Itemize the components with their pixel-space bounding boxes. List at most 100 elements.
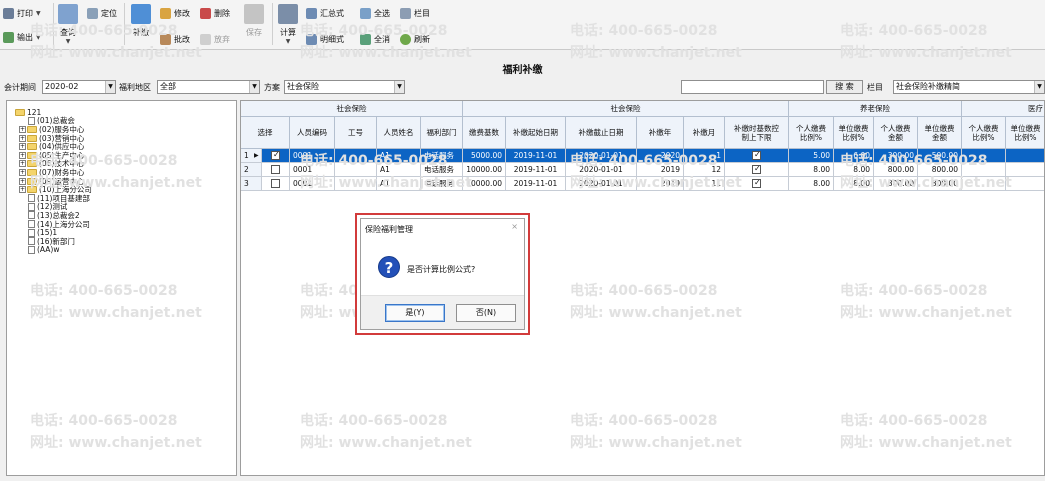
summary-style-button[interactable]: 汇总式	[306, 5, 344, 21]
cell-cr[interactable]: 8.00	[834, 163, 874, 177]
select-all-button[interactable]: 全选	[360, 5, 390, 21]
columns-button[interactable]: 栏目	[400, 5, 430, 21]
region-select[interactable]: 全部 ▼	[157, 80, 260, 94]
cell-end[interactable]: 2020-01-01	[566, 163, 637, 177]
cell-pa[interactable]: 300.00	[874, 149, 918, 163]
col-header-pension-company-amount[interactable]: 单位缴费金额	[918, 117, 962, 149]
table-row[interactable]: 1 0001 A1电话服务5000.002019-11-012020-01-0120…	[241, 149, 1044, 163]
col-header-pension-personal-amount[interactable]: 个人缴费金额	[874, 117, 918, 149]
period-select[interactable]: 2020-02 ▼	[42, 80, 116, 94]
close-icon[interactable]: ×	[511, 222, 518, 231]
detail-style-button[interactable]: 明细式	[306, 31, 344, 47]
cell-dept[interactable]: 电话服务	[421, 177, 463, 191]
cell-month[interactable]: 11	[684, 177, 725, 191]
refresh-button[interactable]: 刷新	[400, 31, 430, 47]
column-scheme-select[interactable]: 社会保险补缴精简 ▼	[893, 80, 1045, 94]
tree-item[interactable]: (16)新部门	[7, 237, 236, 246]
col-header-end-date[interactable]: 补缴截止日期	[566, 117, 637, 149]
cell-base[interactable]: 5000.00	[463, 149, 506, 163]
cell-ca[interactable]: 800.00	[918, 177, 962, 191]
cell-ca[interactable]: 500.00	[918, 149, 962, 163]
cell-pr[interactable]: 5.00	[789, 149, 834, 163]
col-header-pension-personal-rate[interactable]: 个人缴费比例%	[789, 117, 834, 149]
table-row[interactable]: 3 0001 A1 电话服务 10000.00 2019-11-01 2020-01-01 2…	[241, 177, 1044, 191]
edit-button[interactable]: 修改	[160, 5, 190, 21]
limit-checkbox[interactable]	[752, 164, 761, 174]
cell-cr[interactable]: 6.00	[834, 149, 874, 163]
expand-icon[interactable]: +	[19, 177, 26, 185]
col-header-job-no[interactable]: 工号	[335, 117, 377, 149]
delete-button[interactable]: 删除	[200, 5, 230, 21]
cell-emp-code[interactable]: 0001	[290, 163, 335, 177]
col-header-emp-name[interactable]: 人员姓名	[377, 117, 421, 149]
expand-icon[interactable]: +	[19, 168, 26, 176]
cell-base[interactable]: 10000.00	[463, 163, 506, 177]
col-header-pension-company-rate[interactable]: 单位缴费比例%	[834, 117, 874, 149]
cell-pr[interactable]: 8.00	[789, 177, 834, 191]
query-button[interactable]: 查询 ▼	[58, 4, 78, 45]
cell-no[interactable]: 3	[241, 177, 262, 191]
supplement-button[interactable]: 补缴	[131, 4, 151, 38]
col-header-limit[interactable]: 补缴时基数控制上下限	[725, 117, 789, 149]
search-input[interactable]	[681, 80, 824, 94]
select-checkbox[interactable]	[271, 179, 280, 188]
cell-dept[interactable]: 电话服务	[421, 149, 463, 163]
save-button[interactable]: 保存	[244, 4, 264, 38]
locate-button[interactable]: 定位	[87, 5, 117, 21]
cell-start[interactable]: 2019-11-01	[506, 163, 566, 177]
cell-job-no[interactable]	[335, 177, 377, 191]
col-header-medical-personal-rate[interactable]: 个人缴费比例%	[962, 117, 1006, 149]
print-button[interactable]: 打印 ▼	[3, 5, 41, 21]
cell-emp-name[interactable]: A1	[377, 177, 421, 191]
export-button[interactable]: 输出 ▼	[3, 29, 41, 45]
col-header-select[interactable]: 选择	[241, 117, 290, 149]
select-checkbox[interactable]	[271, 150, 280, 160]
cell-start[interactable]: 2019-11-01	[506, 177, 566, 191]
calculate-button[interactable]: 计算 ▼	[278, 4, 298, 45]
expand-icon[interactable]: +	[19, 151, 26, 159]
cell-ca[interactable]: 800.00	[918, 163, 962, 177]
limit-checkbox[interactable]	[752, 150, 761, 160]
col-header-year[interactable]: 补缴年	[637, 117, 684, 149]
cell-emp-name[interactable]: A1	[377, 149, 421, 163]
cell-pa[interactable]: 800.00	[874, 163, 918, 177]
cell-emp-code[interactable]: 0001	[290, 177, 335, 191]
deselect-all-button[interactable]: 全消	[360, 31, 390, 47]
department-tree[interactable]: 121 (01)总裁会 + (02)服务中心 + (03)营销中心 + (04)供应中心 +(…	[6, 100, 237, 476]
col-header-base[interactable]: 缴费基数	[463, 117, 506, 149]
expand-icon[interactable]: +	[19, 134, 26, 142]
col-header-medical-company-rate[interactable]: 单位缴费比例%	[1006, 117, 1044, 149]
void-button[interactable]: 放弃	[200, 31, 230, 47]
cell-year[interactable]: 2020	[637, 149, 684, 163]
cell-month[interactable]: 12	[684, 163, 725, 177]
cell-emp-name[interactable]: A1	[377, 163, 421, 177]
col-header-emp-code[interactable]: 人员编码	[290, 117, 335, 149]
col-header-welfare-dept[interactable]: 福利部门	[421, 117, 463, 149]
cell-base[interactable]: 10000.00	[463, 177, 506, 191]
table-row[interactable]: 2 0001 A1 电话服务 10000.00 2019-11-01 2020-01-01 2…	[241, 163, 1044, 177]
cell-year[interactable]: 2019	[637, 163, 684, 177]
col-header-month[interactable]: 补缴月	[684, 117, 725, 149]
cell-job-no[interactable]	[335, 163, 377, 177]
plan-select[interactable]: 社会保险 ▼	[284, 80, 405, 94]
select-checkbox[interactable]	[271, 165, 280, 174]
expand-icon[interactable]: +	[19, 143, 26, 151]
cell-no[interactable]: 2	[241, 163, 262, 177]
cell-job-no[interactable]	[335, 149, 377, 163]
cell-year[interactable]: 2019	[637, 177, 684, 191]
cell-emp-code[interactable]: 0001	[290, 149, 335, 163]
cell-end[interactable]: 2020-01-01	[566, 177, 637, 191]
cell-cr[interactable]: 8.00	[834, 177, 874, 191]
yes-button[interactable]: 是(Y)	[385, 304, 445, 322]
cell-start[interactable]: 2019-11-01	[506, 149, 566, 163]
cell-dept[interactable]: 电话服务	[421, 163, 463, 177]
tree-item[interactable]: (14)上海分公司	[7, 220, 236, 229]
limit-checkbox[interactable]	[752, 178, 761, 188]
expand-icon[interactable]: +	[19, 125, 26, 133]
cell-pr[interactable]: 8.00	[789, 163, 834, 177]
expand-icon[interactable]: +	[19, 160, 26, 168]
cell-month[interactable]: 1	[684, 149, 725, 163]
cell-end[interactable]: 2020-01-01	[566, 149, 637, 163]
col-header-start-date[interactable]: 补缴起始日期	[506, 117, 566, 149]
no-button[interactable]: 否(N)	[456, 304, 516, 322]
